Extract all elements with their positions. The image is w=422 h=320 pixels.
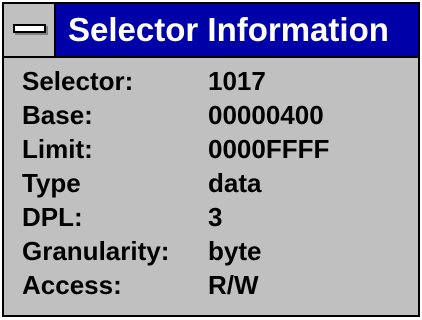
field-label: Granularity:: [22, 236, 170, 266]
selector-information-window: Selector Information Selector: 1017 Base…: [2, 2, 420, 317]
system-menu-icon: [13, 24, 46, 33]
field-label: Selector:: [22, 66, 134, 96]
selector-fields: Selector: 1017 Base: 00000400 Limit: 000…: [22, 66, 414, 304]
field-label: Base:: [22, 100, 93, 130]
field-value: 00000400: [208, 100, 324, 130]
field-row-limit: Limit: 0000FFFF: [22, 134, 414, 168]
field-label: DPL:: [22, 202, 83, 232]
field-value: 3: [208, 202, 223, 232]
field-value: 1017: [208, 66, 266, 96]
field-row-granularity: Granularity: byte: [22, 236, 414, 270]
window-title: Selector Information: [68, 11, 389, 48]
title-bar[interactable]: Selector Information: [4, 4, 418, 58]
field-value: data: [208, 168, 262, 198]
field-row-base: Base: 00000400: [22, 100, 414, 134]
field-value: byte: [208, 236, 262, 266]
field-label: Type: [22, 168, 81, 198]
field-label: Access:: [22, 270, 122, 300]
field-value: R/W: [208, 270, 259, 300]
system-menu-button[interactable]: [4, 4, 56, 56]
field-row-selector: Selector: 1017: [22, 66, 414, 100]
field-row-dpl: DPL: 3: [22, 202, 414, 236]
field-row-type: Type data: [22, 168, 414, 202]
field-label: Limit:: [22, 134, 93, 164]
field-row-access: Access: R/W: [22, 270, 414, 304]
field-value: 0000FFFF: [208, 134, 330, 164]
